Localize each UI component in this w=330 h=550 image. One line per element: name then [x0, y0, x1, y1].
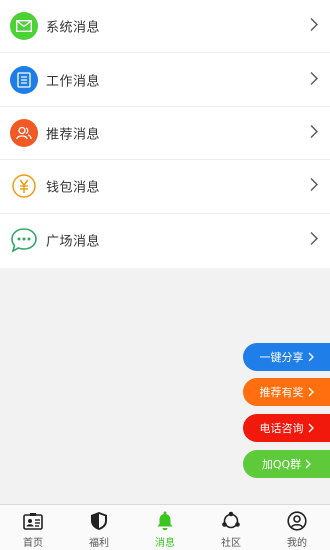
- tab-home[interactable]: 首页: [0, 505, 66, 550]
- tab-label: 社区: [221, 538, 241, 549]
- message-list: 系统消息 工作消息 推荐消息 钱包消息 广场消息: [0, 0, 330, 268]
- recommend-reward-label: 推荐有奖: [259, 386, 304, 399]
- tab-mine[interactable]: 我的: [264, 505, 330, 550]
- chevron-right-icon: [308, 352, 314, 362]
- tab-community[interactable]: 社区: [198, 505, 264, 550]
- tab-label: 消息: [155, 538, 175, 549]
- message-label: 广场消息: [46, 234, 101, 250]
- chevron-right-icon: [310, 177, 318, 196]
- user-icon: [287, 511, 307, 531]
- yuan-coin-icon: [10, 172, 38, 201]
- chevron-right-icon: [305, 459, 312, 469]
- join-qq-group-button[interactable]: 加QQ群: [243, 450, 330, 478]
- message-item-work[interactable]: 工作消息: [0, 53, 330, 107]
- chevron-right-icon: [310, 70, 318, 89]
- users-icon: [10, 118, 38, 147]
- chevron-right-icon: [310, 123, 318, 142]
- recommend-reward-button[interactable]: 推荐有奖: [243, 378, 330, 406]
- join-qq-group-label: 加QQ群: [261, 458, 302, 471]
- mail-icon: [10, 12, 38, 41]
- tab-label: 福利: [89, 538, 109, 549]
- share-button-label: 一键分享: [259, 351, 304, 364]
- phone-consult-label: 电话咨询: [259, 422, 304, 435]
- share-button[interactable]: 一键分享: [243, 343, 330, 371]
- bottom-tab-bar: 首页 福利 消息 社区 我的: [0, 504, 330, 550]
- message-item-square[interactable]: 广场消息: [0, 214, 330, 267]
- message-label: 系统消息: [46, 20, 101, 36]
- chevron-right-icon: [310, 231, 318, 250]
- message-label: 钱包消息: [46, 180, 101, 196]
- id-card-icon: [23, 511, 43, 531]
- tab-label: 首页: [23, 538, 43, 549]
- message-item-recommend[interactable]: 推荐消息: [0, 107, 330, 161]
- chevron-right-icon: [310, 17, 318, 36]
- message-item-system[interactable]: 系统消息: [0, 0, 330, 54]
- message-item-wallet[interactable]: 钱包消息: [0, 160, 330, 214]
- bell-icon: [156, 511, 174, 531]
- community-icon: [221, 511, 241, 531]
- chevron-right-icon: [308, 423, 314, 433]
- message-label: 推荐消息: [46, 127, 101, 143]
- tab-welfare[interactable]: 福利: [66, 505, 132, 550]
- chevron-right-icon: [308, 387, 314, 397]
- phone-consult-button[interactable]: 电话咨询: [243, 414, 330, 442]
- document-icon: [10, 65, 38, 94]
- chat-bubble-icon: [10, 226, 38, 255]
- shield-icon: [90, 511, 108, 531]
- tab-label: 我的: [287, 538, 307, 549]
- message-label: 工作消息: [46, 74, 101, 90]
- tab-messages[interactable]: 消息: [132, 505, 198, 550]
